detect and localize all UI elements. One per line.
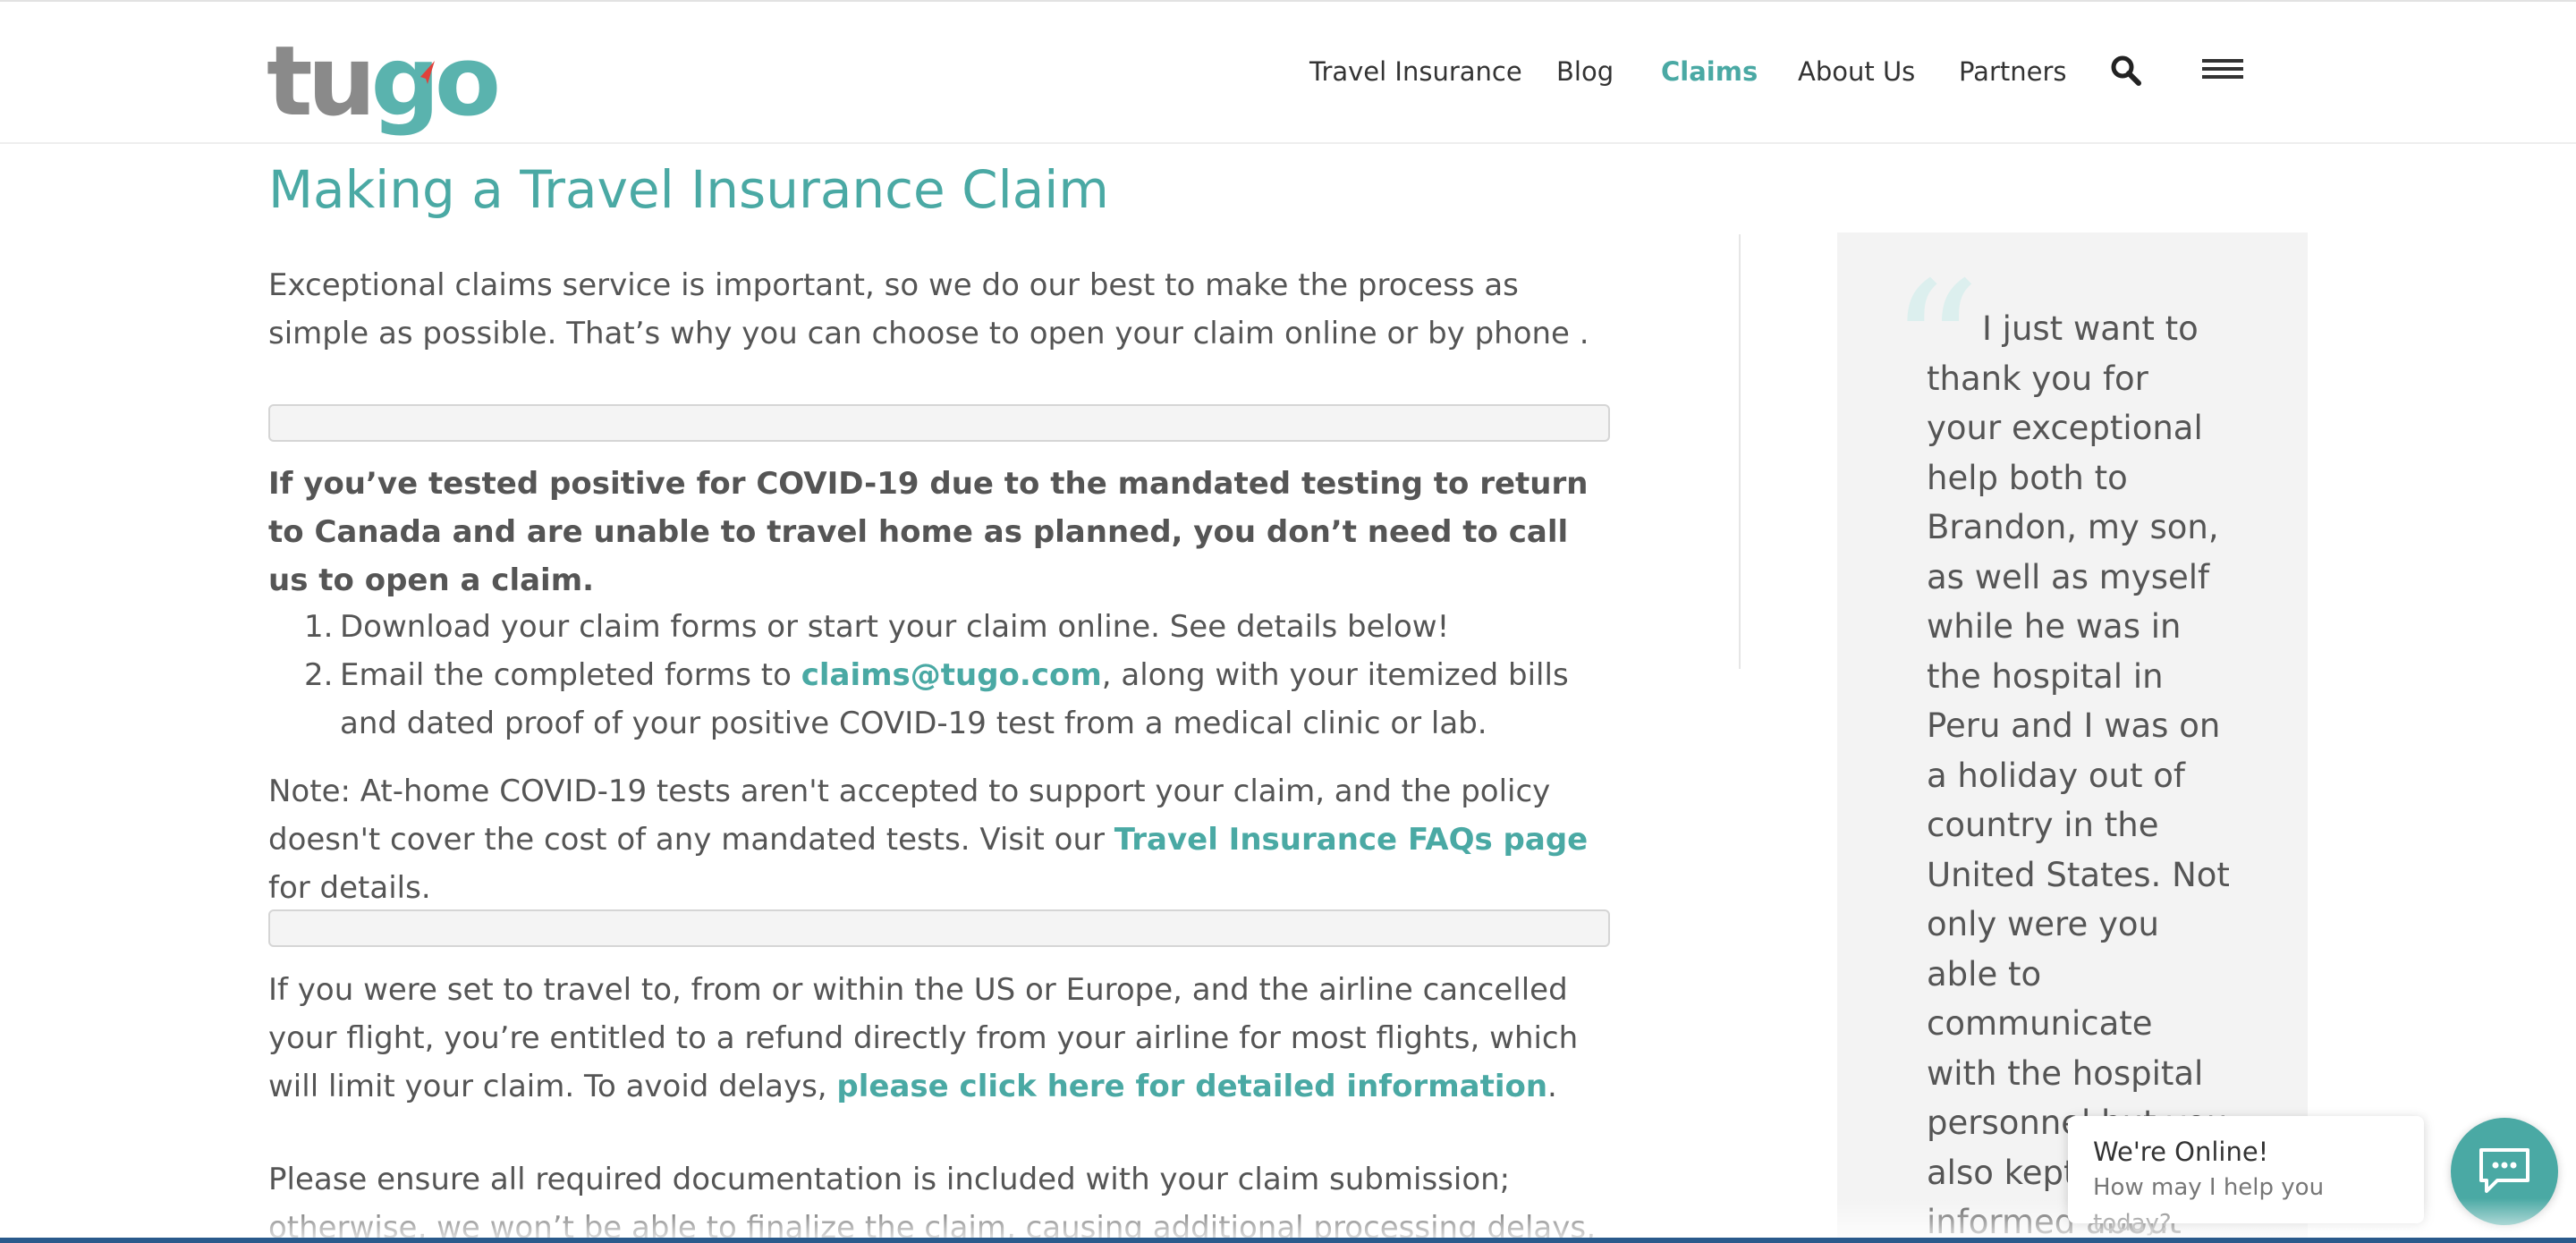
- search-icon[interactable]: [2111, 55, 2141, 86]
- nav-partners[interactable]: Partners: [1959, 54, 2067, 89]
- column-divider: [1739, 234, 1741, 669]
- chat-icon: [2479, 1148, 2529, 1193]
- logo-wordmark: tugo: [267, 26, 501, 138]
- covid-banner-bar: [268, 404, 1610, 442]
- note-paragraph: Note: At-home COVID-19 tests aren't acce…: [268, 767, 1610, 912]
- window-bottom-edge: [0, 1238, 2576, 1243]
- hamburger-menu-icon[interactable]: [2202, 59, 2243, 82]
- bottom-fade: [0, 1198, 2576, 1243]
- tugo-logo[interactable]: tugo: [267, 34, 501, 132]
- airline-paragraph: If you were set to travel to, from or wi…: [268, 966, 1610, 1111]
- page-title: Making a Travel Insurance Claim: [268, 159, 1109, 220]
- step-text: Download your claim forms or start your …: [340, 609, 1450, 645]
- airline-banner-bar: [268, 909, 1610, 947]
- covid-notice: If you’ve tested positive for COVID-19 d…: [268, 466, 1589, 598]
- detailed-information-link[interactable]: please click here for detailed informati…: [836, 1069, 1547, 1104]
- airline-text-after: .: [1547, 1069, 1557, 1104]
- nav-blog[interactable]: Blog: [1556, 54, 1614, 89]
- covid-steps-list: 1. Download your claim forms or start yo…: [268, 603, 1610, 748]
- nav-about-us[interactable]: About Us: [1798, 54, 1915, 89]
- chat-title: We're Online!: [2093, 1137, 2269, 1167]
- list-item: 1. Download your claim forms or start yo…: [268, 603, 1610, 651]
- logo-compass-icon: [420, 61, 435, 84]
- claims-email-link[interactable]: claims@tugo.com: [801, 657, 1102, 693]
- list-number: 2.: [304, 657, 334, 693]
- list-item: 2. Email the completed forms to claims@t…: [268, 651, 1610, 748]
- testimonial-text: I just want to thank you for your except…: [1927, 309, 2230, 1241]
- note-text-after: for details.: [268, 870, 431, 906]
- faq-page-link[interactable]: Travel Insurance FAQs page: [1114, 822, 1588, 858]
- intro-paragraph: Exceptional claims service is important,…: [268, 267, 1589, 351]
- list-number: 1.: [304, 609, 334, 645]
- nav-claims[interactable]: Claims: [1661, 54, 1758, 89]
- testimonial-panel: “ I just want to thank you for your exce…: [1837, 233, 2308, 1243]
- step-text-before: Email the completed forms to: [340, 657, 801, 693]
- nav-travel-insurance[interactable]: Travel Insurance: [1309, 54, 1522, 89]
- site-header: tugo Travel Insurance Blog Claims About …: [0, 0, 2576, 144]
